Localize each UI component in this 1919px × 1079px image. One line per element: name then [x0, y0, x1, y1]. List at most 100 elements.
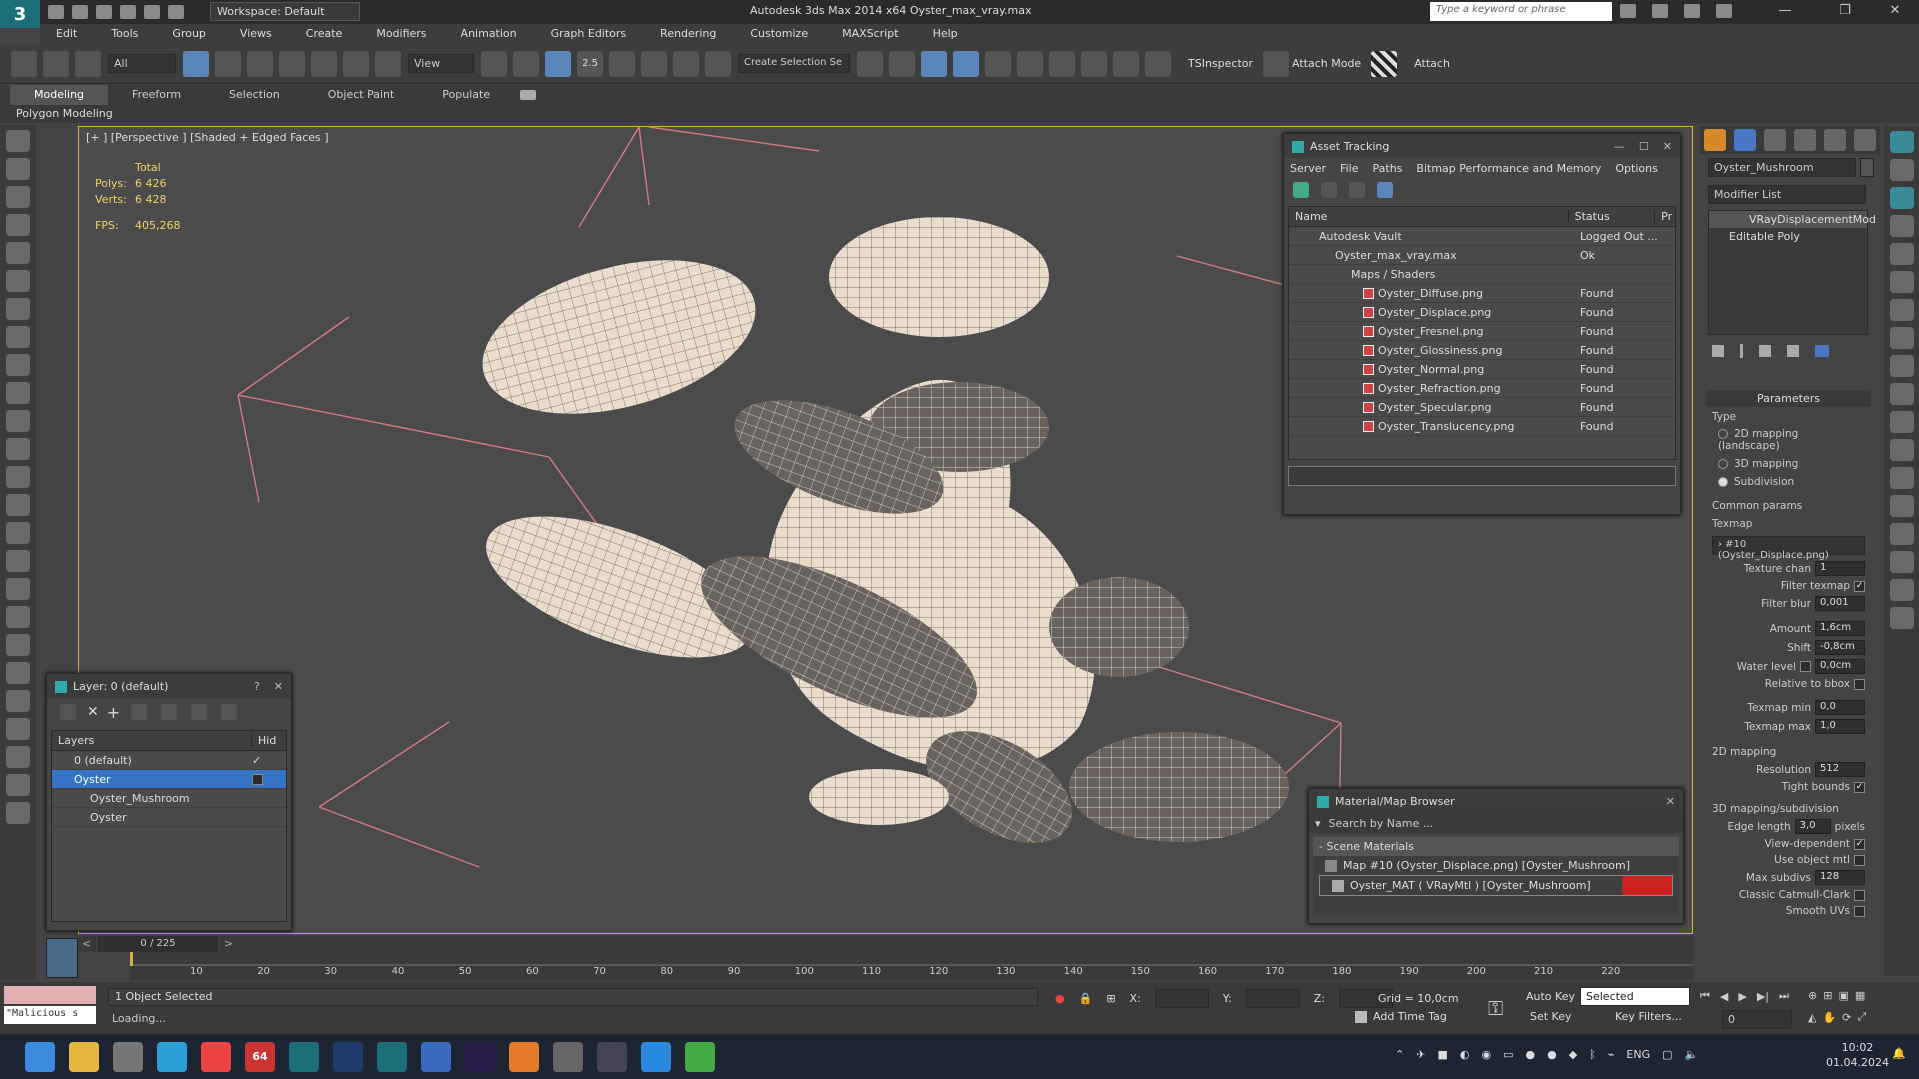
- keyboard-shortcut-icon[interactable]: [545, 50, 571, 77]
- light-icon[interactable]: [6, 242, 30, 264]
- 3dsmax-active-icon[interactable]: [377, 1041, 407, 1072]
- water-level-checkbox[interactable]: [1800, 661, 1811, 672]
- texmap-max-spinner[interactable]: 1,0: [1815, 719, 1865, 734]
- attach-mode-button[interactable]: Attach Mode: [1292, 57, 1361, 70]
- freeze-all-icon[interactable]: [221, 704, 238, 720]
- camera-icon[interactable]: [6, 158, 30, 180]
- sun-icon[interactable]: [6, 494, 30, 516]
- radio-subdivision[interactable]: Subdivision: [1706, 473, 1871, 496]
- unlink-icon[interactable]: [43, 50, 69, 77]
- max-subdivs-spinner[interactable]: 128: [1815, 870, 1865, 885]
- notepad-icon[interactable]: [421, 1041, 451, 1072]
- search-app-icon[interactable]: [553, 1041, 583, 1072]
- tray-nvidia-icon[interactable]: ●: [1525, 1048, 1535, 1061]
- menu-modifiers[interactable]: Modifiers: [360, 24, 444, 44]
- globe-icon[interactable]: [6, 634, 30, 656]
- torus-icon[interactable]: [6, 410, 30, 432]
- align-icon[interactable]: [889, 50, 915, 77]
- schematic-view-icon[interactable]: [1017, 50, 1043, 77]
- tray-expand-icon[interactable]: ⌃: [1395, 1048, 1404, 1061]
- reference-coordinate-dropdown[interactable]: View: [408, 54, 474, 73]
- at-menu-server[interactable]: Server: [1290, 162, 1326, 175]
- asset-tracking-titlebar[interactable]: Asset Tracking — ☐ ✕: [1284, 134, 1680, 158]
- menu-edit[interactable]: Edit: [40, 24, 95, 44]
- water-level-spinner[interactable]: 0,0cm: [1815, 659, 1865, 674]
- list-item[interactable]: Oyster: [52, 770, 286, 789]
- vray-mesh-icon[interactable]: [1889, 355, 1914, 377]
- zoom-extents-icon[interactable]: ▣: [1838, 989, 1848, 1002]
- tab-populate[interactable]: Populate: [418, 85, 514, 105]
- highlight-layer-icon[interactable]: [161, 704, 178, 720]
- list-item[interactable]: Oyster: [52, 808, 286, 827]
- app-g-icon[interactable]: [509, 1041, 539, 1072]
- menu-group[interactable]: Group: [156, 24, 224, 44]
- checker-icon[interactable]: [1371, 50, 1398, 77]
- select-layer-icon[interactable]: [131, 704, 148, 720]
- use-object-mtl-checkbox[interactable]: [1854, 854, 1865, 866]
- table-row[interactable]: Maps / Shaders: [1289, 265, 1675, 284]
- new-layer-icon[interactable]: [60, 704, 76, 720]
- zoom-extents-all-icon[interactable]: ▦: [1855, 989, 1865, 1002]
- vray-fur-icon[interactable]: [1889, 271, 1914, 293]
- lock-selection-icon[interactable]: 🔒: [1079, 992, 1093, 1005]
- material-editor-icon[interactable]: [1049, 50, 1075, 77]
- after-effects-icon[interactable]: [465, 1041, 495, 1072]
- window-crossing-icon[interactable]: [279, 50, 305, 77]
- table-row[interactable]: Oyster_Translucency.png Found: [1289, 417, 1675, 436]
- photoshop-icon[interactable]: [333, 1041, 363, 1072]
- tab-modeling[interactable]: Modeling: [10, 85, 109, 105]
- object-icon[interactable]: [6, 522, 30, 544]
- vray-render-icon[interactable]: [1889, 523, 1914, 545]
- hide-all-icon[interactable]: [191, 704, 208, 720]
- orbit-icon[interactable]: ⟳: [1842, 1011, 1851, 1024]
- help-search-input[interactable]: Type a keyword or phrase: [1430, 2, 1612, 21]
- network-icon[interactable]: ▢: [1662, 1048, 1672, 1061]
- vray-light-icon[interactable]: [1889, 131, 1914, 153]
- check-icon[interactable]: ✓: [252, 754, 261, 767]
- vray-convert-icon[interactable]: [1889, 579, 1914, 601]
- maximize-icon[interactable]: ☐: [1639, 140, 1649, 153]
- script-icon[interactable]: [6, 298, 30, 320]
- list-item[interactable]: 0 (default) ✓: [52, 751, 286, 770]
- polygon-modeling-panel[interactable]: Polygon Modeling: [0, 105, 129, 123]
- pivot-center-icon[interactable]: [481, 50, 507, 77]
- scale-icon[interactable]: [375, 50, 401, 77]
- texmap-button[interactable]: › #10 (Oyster_Displace.png): [1712, 536, 1865, 561]
- save-app-icon[interactable]: [597, 1041, 627, 1072]
- x-field[interactable]: [1154, 989, 1209, 1008]
- named-selection-dropdown[interactable]: Create Selection Se: [738, 54, 850, 73]
- spinner-snap-icon[interactable]: [673, 50, 699, 77]
- viewport-label[interactable]: [+ ] [Perspective ] [Shaded + Edged Face…: [86, 131, 329, 144]
- key-selection-dropdown[interactable]: Selected: [1580, 987, 1690, 1006]
- sphere-icon[interactable]: [6, 382, 30, 404]
- smooth-uvs-checkbox[interactable]: [1854, 905, 1865, 917]
- notification-icon[interactable]: 🔔: [1892, 1047, 1906, 1060]
- star-icon[interactable]: [1684, 4, 1700, 18]
- spheres-icon[interactable]: [6, 578, 30, 600]
- tray-display-icon[interactable]: ▭: [1503, 1048, 1513, 1061]
- cylinder-icon[interactable]: [6, 438, 30, 460]
- table-row[interactable]: Autodesk Vault Logged Out ...: [1289, 227, 1675, 246]
- menu-rendering[interactable]: Rendering: [644, 24, 734, 44]
- vray-help-icon[interactable]: [1889, 607, 1914, 629]
- batch-icon[interactable]: [6, 774, 30, 796]
- pan-icon[interactable]: ✋: [1822, 1011, 1836, 1024]
- vray-sphere-icon[interactable]: [1889, 327, 1914, 349]
- skeleton-icon[interactable]: [6, 606, 30, 628]
- col-status[interactable]: Status: [1569, 210, 1656, 223]
- rectangular-selection-icon[interactable]: [247, 50, 273, 77]
- grid-icon[interactable]: [6, 214, 30, 236]
- project-folder-icon[interactable]: [168, 5, 184, 19]
- rotate-icon[interactable]: [343, 50, 369, 77]
- link-icon[interactable]: [11, 50, 37, 77]
- 3dsmax-icon[interactable]: [289, 1041, 319, 1072]
- manipulate-icon[interactable]: [513, 50, 539, 77]
- play-icon[interactable]: ▶: [1738, 990, 1746, 1003]
- texture-chan-spinner[interactable]: 1: [1815, 561, 1865, 576]
- tab-object-paint[interactable]: Object Paint: [304, 85, 419, 105]
- box-icon[interactable]: [6, 354, 30, 376]
- at-menu-bitmap[interactable]: Bitmap Performance and Memory: [1416, 162, 1601, 175]
- remove-modifier-icon[interactable]: [1787, 345, 1799, 357]
- configure-sets-icon[interactable]: [1815, 345, 1829, 357]
- list-view-icon[interactable]: [1321, 182, 1337, 198]
